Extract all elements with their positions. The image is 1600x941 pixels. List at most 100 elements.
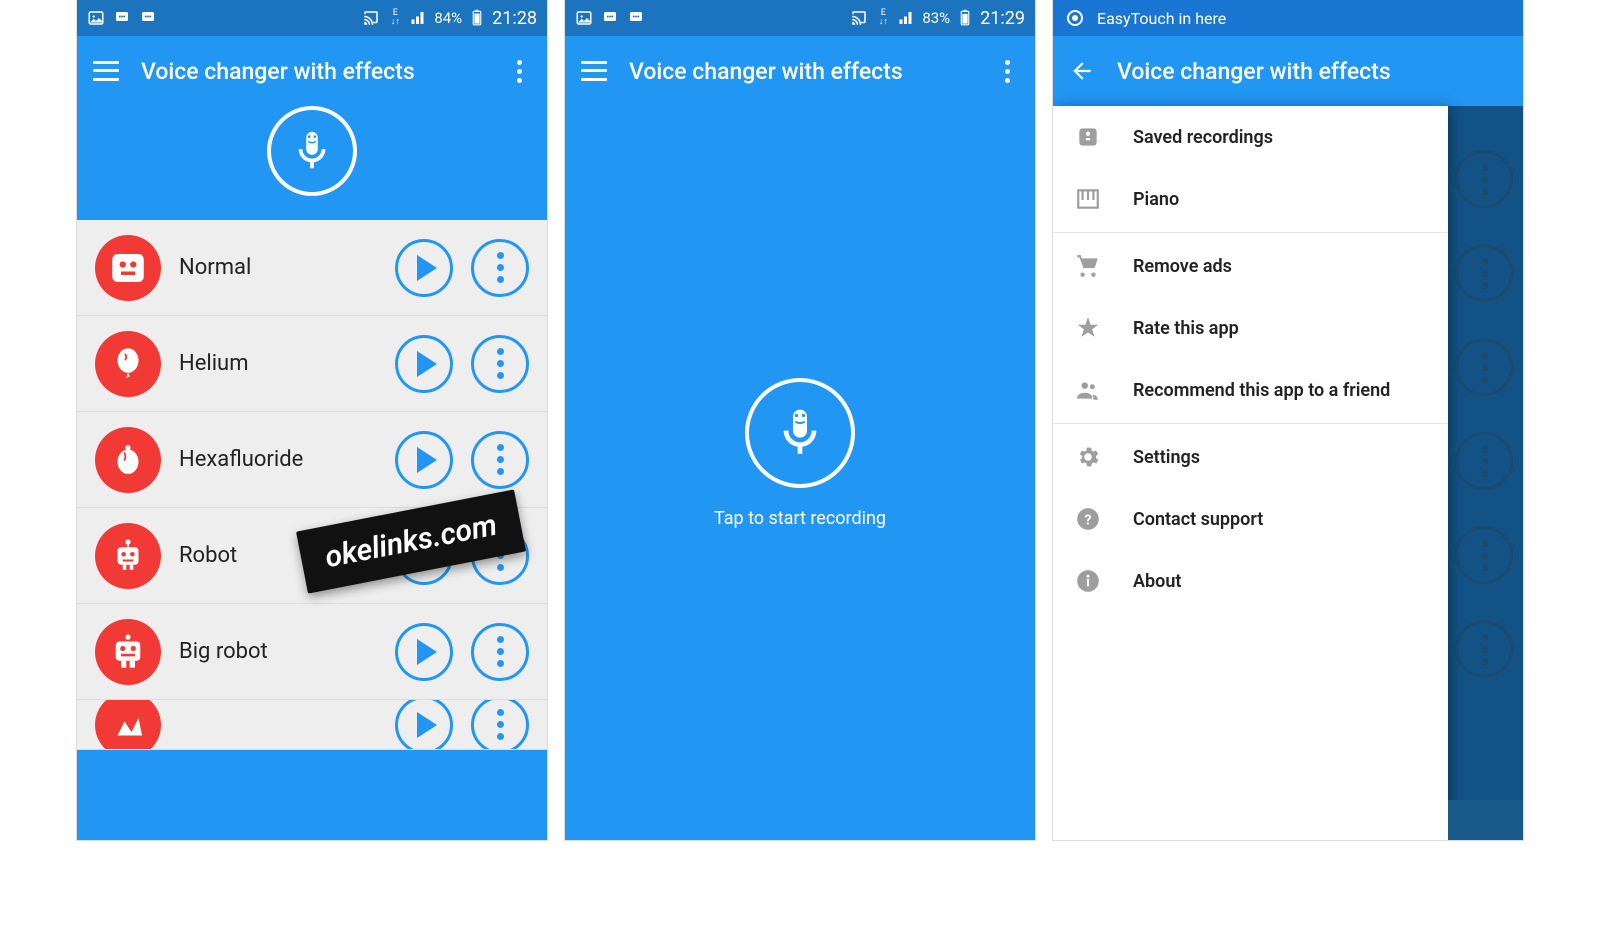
- bbm-icon: [627, 9, 645, 27]
- easytouch-label: EasyTouch in here: [1097, 9, 1226, 28]
- effect-row: Big robot: [77, 604, 547, 700]
- effect-icon-partial: [95, 700, 161, 750]
- target-icon: [1067, 10, 1083, 26]
- drawer-label: About: [1133, 571, 1181, 592]
- effect-label: Helium: [179, 351, 377, 376]
- hamburger-icon[interactable]: [581, 58, 607, 84]
- drawer-item-recommend[interactable]: Recommend this app to a friend: [1053, 359, 1448, 421]
- people-icon: [1075, 377, 1101, 403]
- app-bar: Voice changer with effects: [1053, 36, 1523, 106]
- mic-header: [77, 106, 547, 220]
- drawer-item-remove-ads[interactable]: Remove ads: [1053, 235, 1448, 297]
- effect-options-button[interactable]: [471, 700, 529, 750]
- drawer-item-support[interactable]: ? Contact support: [1053, 488, 1448, 550]
- bottom-bar-shadow: [1448, 800, 1523, 840]
- piano-icon: [1075, 186, 1101, 212]
- bbm-icon: [113, 9, 131, 27]
- drawer-item-saved[interactable]: Saved recordings: [1053, 106, 1448, 168]
- drawer-label: Rate this app: [1133, 318, 1239, 339]
- bbm-icon: [601, 9, 619, 27]
- record-area[interactable]: Tap to start recording: [565, 106, 1035, 800]
- effect-icon-robot: [95, 523, 161, 589]
- bottom-bar: [77, 800, 547, 840]
- bbm-icon: [139, 9, 157, 27]
- play-icon: [417, 639, 437, 665]
- svg-text:?: ?: [1084, 512, 1091, 528]
- phone-screen-1: E↓↑ 84% 21:28 Voice changer with effects…: [77, 0, 547, 840]
- data-icon: E↓↑: [386, 9, 404, 27]
- play-button[interactable]: [395, 335, 453, 393]
- cast-icon: [362, 9, 380, 27]
- effect-label: Big robot: [179, 639, 377, 664]
- play-button[interactable]: [395, 431, 453, 489]
- battery-percent: 83%: [922, 9, 950, 27]
- app-title: Voice changer with effects: [629, 58, 995, 85]
- drawer-item-piano[interactable]: Piano: [1053, 168, 1448, 230]
- play-button[interactable]: [395, 700, 453, 750]
- hamburger-icon[interactable]: [93, 58, 119, 84]
- effect-icon-normal: [95, 235, 161, 301]
- effect-options-button[interactable]: [471, 527, 529, 585]
- effects-list: Normal Helium Hexafluoride Robot: [77, 220, 547, 750]
- effect-options-button[interactable]: [471, 335, 529, 393]
- drawer-item-rate[interactable]: Rate this app: [1053, 297, 1448, 359]
- phone-screen-3: EasyTouch in here Voice changer with eff…: [1053, 0, 1523, 840]
- drawer-item-settings[interactable]: Settings: [1053, 426, 1448, 488]
- mic-icon: [289, 128, 335, 174]
- mic-icon: [772, 405, 828, 461]
- drawer-label: Settings: [1133, 447, 1200, 468]
- phone-screen-2: E↓↑ 83% 21:29 Voice changer with effects…: [565, 0, 1035, 840]
- effect-row: Hexafluoride: [77, 412, 547, 508]
- drawer-label: Contact support: [1133, 509, 1263, 530]
- clock: 21:29: [980, 8, 1025, 29]
- play-icon: [417, 351, 437, 377]
- easytouch-bar: EasyTouch in here: [1053, 0, 1523, 36]
- app-title: Voice changer with effects: [1117, 58, 1507, 85]
- star-icon: [1075, 315, 1101, 341]
- effect-row: Normal: [77, 220, 547, 316]
- app-bar: Voice changer with effects: [77, 36, 547, 106]
- record-button[interactable]: [267, 106, 357, 196]
- battery-percent: 84%: [434, 9, 462, 27]
- signal-icon: [410, 9, 428, 27]
- effect-label: Normal: [179, 255, 377, 280]
- status-bar: E↓↑ 83% 21:29: [565, 0, 1035, 36]
- signal-icon: [898, 9, 916, 27]
- overflow-menu-button[interactable]: [995, 56, 1019, 87]
- effect-icon-big-robot: [95, 619, 161, 685]
- battery-icon: [956, 9, 974, 27]
- bottom-bar: [565, 800, 1035, 840]
- background-list: [1455, 150, 1513, 678]
- drawer-label: Remove ads: [1133, 256, 1232, 277]
- drawer-label: Saved recordings: [1133, 127, 1273, 148]
- clock: 21:28: [492, 8, 537, 29]
- effect-row: Robot: [77, 508, 547, 604]
- overflow-menu-button[interactable]: [507, 56, 531, 87]
- play-button[interactable]: [395, 239, 453, 297]
- effect-row: [77, 700, 547, 750]
- gallery-icon: [575, 9, 593, 27]
- effect-icon-hexafluoride: [95, 427, 161, 493]
- effect-options-button[interactable]: [471, 431, 529, 489]
- drawer-label: Recommend this app to a friend: [1133, 380, 1390, 401]
- effect-row: Helium: [77, 316, 547, 412]
- drawer-item-about[interactable]: About: [1053, 550, 1448, 612]
- effect-label: Hexafluoride: [179, 447, 377, 472]
- effect-icon-helium: [95, 331, 161, 397]
- mic-dot-icon: [1075, 124, 1101, 150]
- help-icon: ?: [1075, 506, 1101, 532]
- cart-icon: [1075, 253, 1101, 279]
- battery-icon: [468, 9, 486, 27]
- effect-options-button[interactable]: [471, 623, 529, 681]
- play-button[interactable]: [395, 527, 453, 585]
- back-button[interactable]: [1069, 58, 1095, 84]
- record-button[interactable]: [745, 378, 855, 488]
- play-icon: [417, 543, 437, 569]
- effect-label: Robot: [179, 543, 377, 568]
- effect-options-button[interactable]: [471, 239, 529, 297]
- navigation-drawer: Saved recordings Piano Remove ads Rate t…: [1053, 106, 1448, 840]
- play-icon: [417, 255, 437, 281]
- drawer-label: Piano: [1133, 189, 1179, 210]
- gallery-icon: [87, 9, 105, 27]
- play-button[interactable]: [395, 623, 453, 681]
